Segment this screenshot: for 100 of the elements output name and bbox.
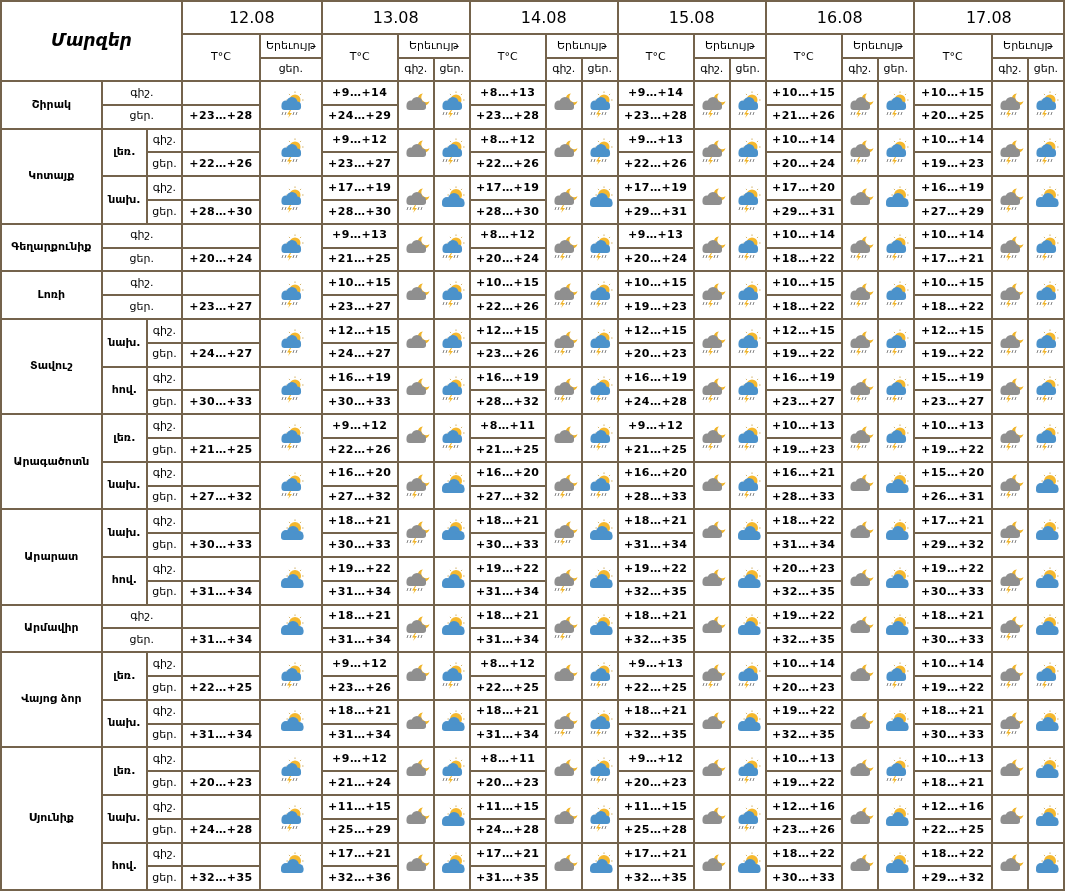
temperature-cell: +15…+19 bbox=[913, 366, 992, 391]
temperature-cell: +19…+22 bbox=[765, 604, 842, 629]
temperature-cell: +10…+14 bbox=[913, 652, 992, 676]
temperature-cell: +16…+19 bbox=[321, 366, 398, 391]
temperature-cell: +16…+19 bbox=[913, 176, 992, 200]
temperature-cell: +18…+21 bbox=[913, 604, 992, 629]
time-label: գիշ. bbox=[146, 128, 182, 153]
region-name: Գեղարքունիք bbox=[1, 223, 102, 272]
temperature-cell: +10…+15 bbox=[765, 81, 842, 105]
temperature-cell: +9…+13 bbox=[617, 223, 694, 248]
time-label: ցեր. bbox=[146, 437, 182, 462]
temperature-cell: +12…+15 bbox=[321, 318, 398, 343]
column-heading: գիշ. bbox=[991, 58, 1028, 81]
temperature-cell: +9…+13 bbox=[617, 652, 694, 676]
temperature-cell: +17…+19 bbox=[617, 176, 694, 200]
region-name: Վայոց ձոր bbox=[1, 652, 102, 748]
time-label: գիշ. bbox=[146, 699, 182, 724]
temperature-cell: +10…+15 bbox=[913, 81, 992, 105]
temperature-cell: +17…+21 bbox=[469, 842, 546, 867]
temperature-cell: +9…+12 bbox=[617, 747, 694, 772]
temperature-cell: +16…+21 bbox=[765, 461, 842, 486]
temperature-cell: +12…+15 bbox=[469, 318, 546, 343]
temperature-cell: +16…+19 bbox=[469, 366, 546, 391]
time-label: գիշ. bbox=[146, 842, 182, 867]
temperature-cell: +18…+21 bbox=[617, 604, 694, 629]
temperature-cell: +19…+22 bbox=[913, 556, 992, 581]
temperature-cell: +18…+21 bbox=[617, 699, 694, 724]
temperature-cell: +8…+12 bbox=[469, 223, 546, 248]
subregion-label: նախ. bbox=[101, 699, 147, 748]
temperature-cell: +8…+12 bbox=[469, 128, 546, 153]
temperature-cell: +9…+12 bbox=[321, 652, 398, 676]
subregion-label: նախ. bbox=[101, 461, 147, 510]
temperature-cell: +10…+14 bbox=[765, 128, 842, 153]
subregion-label: նախ. bbox=[101, 176, 147, 224]
temperature-cell: +8…+11 bbox=[469, 414, 546, 438]
region-name: Շիրակ bbox=[1, 81, 102, 129]
temperature-cell: +10…+15 bbox=[913, 271, 992, 296]
time-label: գիշ. bbox=[146, 652, 182, 676]
time-label: գիշ. bbox=[101, 271, 182, 296]
temperature-cell: +8…+12 bbox=[469, 652, 546, 676]
temperature-cell: +10…+14 bbox=[913, 223, 992, 248]
temperature-cell: +10…+14 bbox=[913, 128, 992, 153]
temperature-cell: +19…+22 bbox=[617, 556, 694, 581]
time-label: գիշ. bbox=[146, 556, 182, 581]
date-heading: 17.08 bbox=[913, 1, 1064, 34]
column-heading: Երեւույթ bbox=[545, 34, 618, 58]
time-label: գիշ. bbox=[146, 461, 182, 486]
temperature-cell: +11…+15 bbox=[469, 794, 546, 819]
date-heading: 12.08 bbox=[181, 1, 322, 34]
column-heading: գիշ. bbox=[397, 58, 434, 81]
temperature-cell: +10…+14 bbox=[765, 223, 842, 248]
subregion-label: լեռ. bbox=[101, 747, 147, 795]
region-name: Կոտայք bbox=[1, 128, 102, 224]
temperature-cell: +10…+13 bbox=[913, 414, 992, 438]
subregion-label: նախ. bbox=[101, 509, 147, 557]
temperature-cell: +18…+21 bbox=[469, 699, 546, 724]
temperature-cell: +17…+19 bbox=[469, 176, 546, 200]
time-label: գիշ. bbox=[101, 81, 182, 105]
temperature-cell: +18…+21 bbox=[617, 509, 694, 534]
temperature-cell: +9…+12 bbox=[321, 414, 398, 438]
time-label: գիշ. bbox=[146, 509, 182, 534]
subregion-label: հով. bbox=[101, 556, 147, 605]
temperature-cell: +16…+20 bbox=[321, 461, 398, 486]
temperature-cell: +10…+15 bbox=[321, 271, 398, 296]
time-label: ցեր. bbox=[146, 818, 182, 843]
region-name: Լոռի bbox=[1, 271, 102, 319]
date-heading: 13.08 bbox=[321, 1, 470, 34]
temperature-cell: +10…+13 bbox=[913, 747, 992, 772]
time-label: գիշ. bbox=[146, 794, 182, 819]
time-label: ցեր. bbox=[146, 152, 182, 177]
temperature-cell: +18…+21 bbox=[469, 604, 546, 629]
time-label: ցեր. bbox=[146, 485, 182, 510]
time-label: ցեր. bbox=[101, 628, 182, 653]
time-label: գիշ. bbox=[146, 747, 182, 772]
temperature-cell: +18…+21 bbox=[321, 699, 398, 724]
region-name: Արարատ bbox=[1, 509, 102, 605]
temperature-cell: +9…+12 bbox=[617, 414, 694, 438]
temperature-cell: +9…+13 bbox=[321, 223, 398, 248]
time-label: գիշ. bbox=[146, 414, 182, 438]
temperature-cell: +12…+15 bbox=[617, 318, 694, 343]
column-heading: T°C bbox=[181, 34, 261, 81]
time-label: ցեր. bbox=[101, 104, 182, 129]
temperature-cell: +19…+22 bbox=[469, 556, 546, 581]
temperature-cell: +16…+20 bbox=[469, 461, 546, 486]
time-label: գիշ. bbox=[101, 223, 182, 248]
temperature-cell: +18…+21 bbox=[321, 509, 398, 534]
time-label: գիշ. bbox=[101, 604, 182, 629]
time-label: ցեր. bbox=[146, 675, 182, 700]
temperature-cell: +18…+22 bbox=[913, 842, 992, 867]
temperature-cell: +10…+15 bbox=[469, 271, 546, 296]
temperature-cell: +10…+13 bbox=[765, 414, 842, 438]
column-heading: T°C bbox=[321, 34, 398, 81]
time-label: ցեր. bbox=[146, 580, 182, 605]
temperature-cell: +10…+13 bbox=[765, 747, 842, 772]
temperature-cell: +9…+14 bbox=[321, 81, 398, 105]
subregion-label: լեռ. bbox=[101, 652, 147, 700]
temperature-cell: +12…+16 bbox=[913, 794, 992, 819]
column-heading: ցեր. bbox=[1027, 58, 1064, 81]
temperature-cell: +16…+19 bbox=[765, 366, 842, 391]
time-label: ցեր. bbox=[146, 390, 182, 415]
